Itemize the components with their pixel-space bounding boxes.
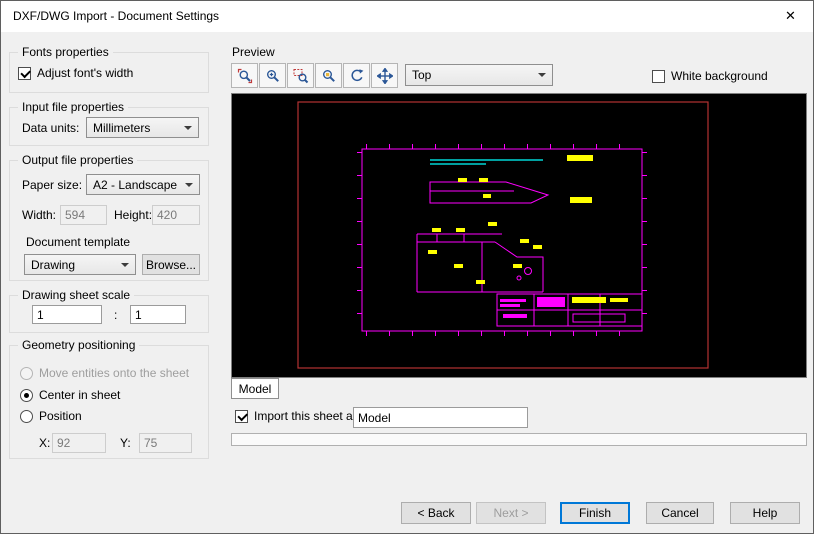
paper-size-label: Paper size:: [22, 178, 83, 192]
sheet-name-input[interactable]: [353, 407, 528, 428]
finish-button[interactable]: Finish: [560, 502, 630, 524]
x-label: X:: [39, 436, 51, 450]
paper-size-select[interactable]: A2 - Landscape: [86, 174, 200, 195]
pan-button[interactable]: [371, 63, 398, 88]
adjust-fonts-width-row: Adjust font's width: [18, 66, 133, 80]
white-background-checkbox[interactable]: [652, 69, 665, 83]
data-units-select[interactable]: Millimeters: [86, 117, 199, 138]
help-button[interactable]: Help: [730, 502, 800, 524]
view-orientation-select[interactable]: Top: [405, 64, 553, 86]
cad-drawing-preview: [297, 101, 709, 369]
sheet-tab-label: Model: [238, 381, 272, 396]
width-label: Width:: [22, 208, 57, 222]
adjust-fonts-width-label: Adjust font's width: [37, 66, 134, 80]
adjust-fonts-width-checkbox[interactable]: [18, 66, 31, 80]
chevron-down-icon: [121, 262, 129, 267]
view-orientation-value: Top: [412, 68, 432, 82]
close-icon: ✕: [785, 8, 796, 23]
browse-button[interactable]: Browse...: [142, 254, 200, 275]
output-file-properties-title: Output file properties: [18, 153, 138, 167]
close-button[interactable]: ✕: [768, 1, 813, 31]
x-field[interactable]: [52, 433, 106, 453]
zoom-in-out-button[interactable]: [259, 63, 286, 88]
data-units-label: Data units:: [22, 121, 80, 135]
move-entities-radio[interactable]: [20, 366, 33, 380]
chevron-down-icon: [184, 125, 192, 130]
next-button[interactable]: Next >: [476, 502, 546, 524]
highlighted-dimensions: [428, 155, 628, 303]
fonts-properties-title: Fonts properties: [18, 45, 113, 59]
document-template-value: Drawing: [31, 257, 76, 272]
pan-icon: [376, 67, 393, 84]
titlebar: DXF/DWG Import - Document Settings ✕: [1, 1, 813, 32]
data-units-value: Millimeters: [93, 120, 151, 135]
import-sheet-label: Import this sheet as :: [254, 409, 366, 423]
height-label: Height:: [114, 208, 153, 222]
center-in-sheet-label: Center in sheet: [39, 388, 121, 402]
position-radio[interactable]: [20, 409, 33, 423]
import-sheet-checkbox[interactable]: [235, 409, 248, 423]
geometry-positioning-title: Geometry positioning: [18, 338, 140, 352]
preview-title: Preview: [232, 45, 275, 59]
fonts-properties-group: Fonts properties Adjust font's width: [9, 45, 209, 93]
import-sheet-row: Import this sheet as :: [235, 409, 365, 423]
cancel-button[interactable]: Cancel: [646, 502, 714, 524]
center-in-sheet-radio[interactable]: [20, 388, 33, 402]
zoom-area-button[interactable]: [287, 63, 314, 88]
scale-numerator-field[interactable]: [32, 305, 102, 324]
preview-canvas[interactable]: [231, 93, 807, 378]
input-file-properties-title: Input file properties: [18, 100, 129, 114]
back-button[interactable]: < Back: [401, 502, 471, 524]
white-background-row: White background: [652, 69, 768, 83]
scale-separator: :: [114, 308, 118, 322]
document-template-select[interactable]: Drawing: [24, 254, 136, 275]
output-file-properties-group: Output file properties Paper size: A2 - …: [9, 153, 209, 281]
center-in-sheet-option: Center in sheet: [20, 388, 120, 402]
y-label: Y:: [120, 436, 131, 450]
move-entities-option: Move entities onto the sheet: [20, 366, 189, 380]
input-file-properties-group: Input file properties Data units: Millim…: [9, 100, 209, 146]
zoom-fit-icon: [237, 68, 252, 83]
drawing-sheet-scale-group: Drawing sheet scale :: [9, 288, 209, 333]
chevron-down-icon: [538, 73, 546, 77]
scale-denominator-field[interactable]: [130, 305, 186, 324]
paper-size-value: A2 - Landscape: [93, 177, 178, 192]
drawing-sheet-scale-title: Drawing sheet scale: [18, 288, 135, 302]
zoom-area-icon: [293, 68, 308, 83]
move-entities-label: Move entities onto the sheet: [39, 366, 190, 380]
zoom-fit-button[interactable]: [231, 63, 258, 88]
window-title: DXF/DWG Import - Document Settings: [13, 9, 220, 23]
y-field[interactable]: [139, 433, 192, 453]
rotate-view-button[interactable]: [343, 63, 370, 88]
chevron-down-icon: [185, 182, 193, 187]
rotate-view-icon: [350, 68, 363, 81]
progress-bar: [231, 433, 807, 446]
dxf-dwg-import-dialog: DXF/DWG Import - Document Settings ✕ Fon…: [0, 0, 814, 534]
position-label: Position: [39, 409, 82, 423]
height-field[interactable]: [152, 205, 200, 225]
zoom-in-out-icon: [266, 69, 279, 82]
sheet-border: [297, 101, 709, 369]
geometry-positioning-group: Geometry positioning Move entities onto …: [9, 338, 209, 459]
position-option: Position: [20, 409, 82, 423]
sheet-tab-model[interactable]: Model: [231, 378, 279, 399]
zoom-selected-icon: [322, 69, 335, 82]
white-background-label: White background: [671, 69, 768, 83]
width-field[interactable]: [60, 205, 107, 225]
document-template-label: Document template: [26, 235, 131, 249]
zoom-selected-button[interactable]: [315, 63, 342, 88]
